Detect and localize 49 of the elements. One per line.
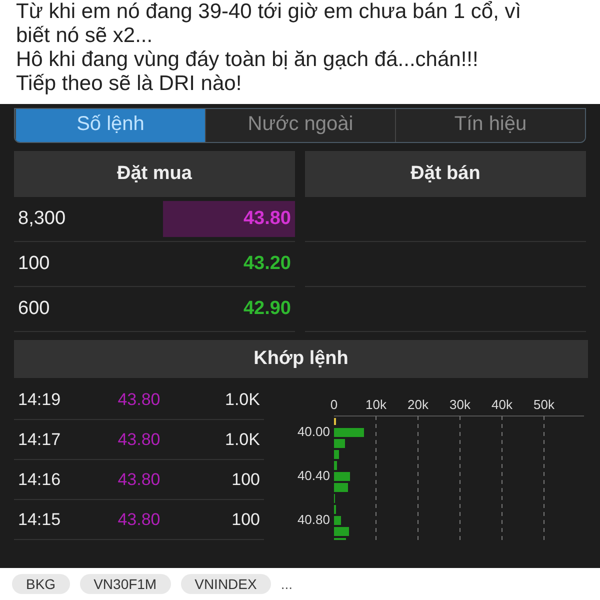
axis-label: 20k <box>408 397 428 412</box>
trade-price: 43.80 <box>116 470 162 490</box>
volume-bar <box>334 461 337 470</box>
column-header: Đặt mua <box>14 151 295 197</box>
trade-volume: 1.0K <box>224 390 260 410</box>
bid-volume: 100 <box>17 253 50 275</box>
trade-volume: 100 <box>230 470 260 490</box>
axis-label: 10k <box>366 397 386 412</box>
tab[interactable]: Nước ngoài <box>205 109 395 142</box>
trade-price: 43.80 <box>116 510 162 530</box>
post-text: Từ khi em nó đang 39-40 tới giờ em chưa bán 1 cổ, vì <box>16 0 522 24</box>
post-text: Hô khi đang vùng đáy toàn bị ăn gạch đá...chán!!! <box>16 48 480 72</box>
bid-price: 42.90 <box>243 298 291 319</box>
trade-price: 43.80 <box>116 390 162 410</box>
hashtag-chip[interactable]: VNINDEX <box>180 574 271 594</box>
axis-label: 40k <box>492 397 512 412</box>
hashtag-chip[interactable]: BKG <box>12 574 70 594</box>
bid-price: 43.20 <box>243 253 291 274</box>
tab[interactable]: Tín hiệu <box>395 109 585 142</box>
axis-label: 50k <box>534 397 554 412</box>
price-marker <box>334 418 336 425</box>
price-label: 40.00 <box>297 424 330 439</box>
volume-bar <box>334 527 349 536</box>
bid-volume: 8,300 <box>17 208 66 230</box>
trade-time: 14:17 <box>18 430 62 450</box>
section-header: Khớp lệnh <box>14 340 588 378</box>
trade-time: 14:15 <box>18 510 62 530</box>
post-text: Tiếp theo sẽ là DRI nào! <box>16 72 243 96</box>
volume-bar <box>334 439 345 448</box>
more-text[interactable]: ... <box>280 576 293 592</box>
price-label: 40.40 <box>297 468 330 483</box>
hashtag-chip[interactable]: VN30F1M <box>80 574 171 594</box>
trade-time: 14:16 <box>18 470 62 490</box>
volume-bar <box>334 450 339 459</box>
trade-time: 14:19 <box>18 390 62 410</box>
post-text: biết nó sẽ x2... <box>16 24 154 48</box>
trade-volume: 100 <box>230 510 260 530</box>
volume-bar <box>334 483 348 492</box>
volume-bar <box>334 516 341 525</box>
axis-label: 0 <box>330 397 338 412</box>
volume-bar <box>334 428 364 437</box>
volume-bar <box>334 472 350 481</box>
price-label: 40.80 <box>297 512 330 527</box>
column-header: Đặt bán <box>305 151 586 197</box>
axis-label: 30k <box>450 397 470 412</box>
trade-volume: 1.0K <box>224 430 260 450</box>
bid-volume: 600 <box>17 298 50 320</box>
trade-price: 43.80 <box>116 430 162 450</box>
bid-price: 43.80 <box>243 208 291 229</box>
